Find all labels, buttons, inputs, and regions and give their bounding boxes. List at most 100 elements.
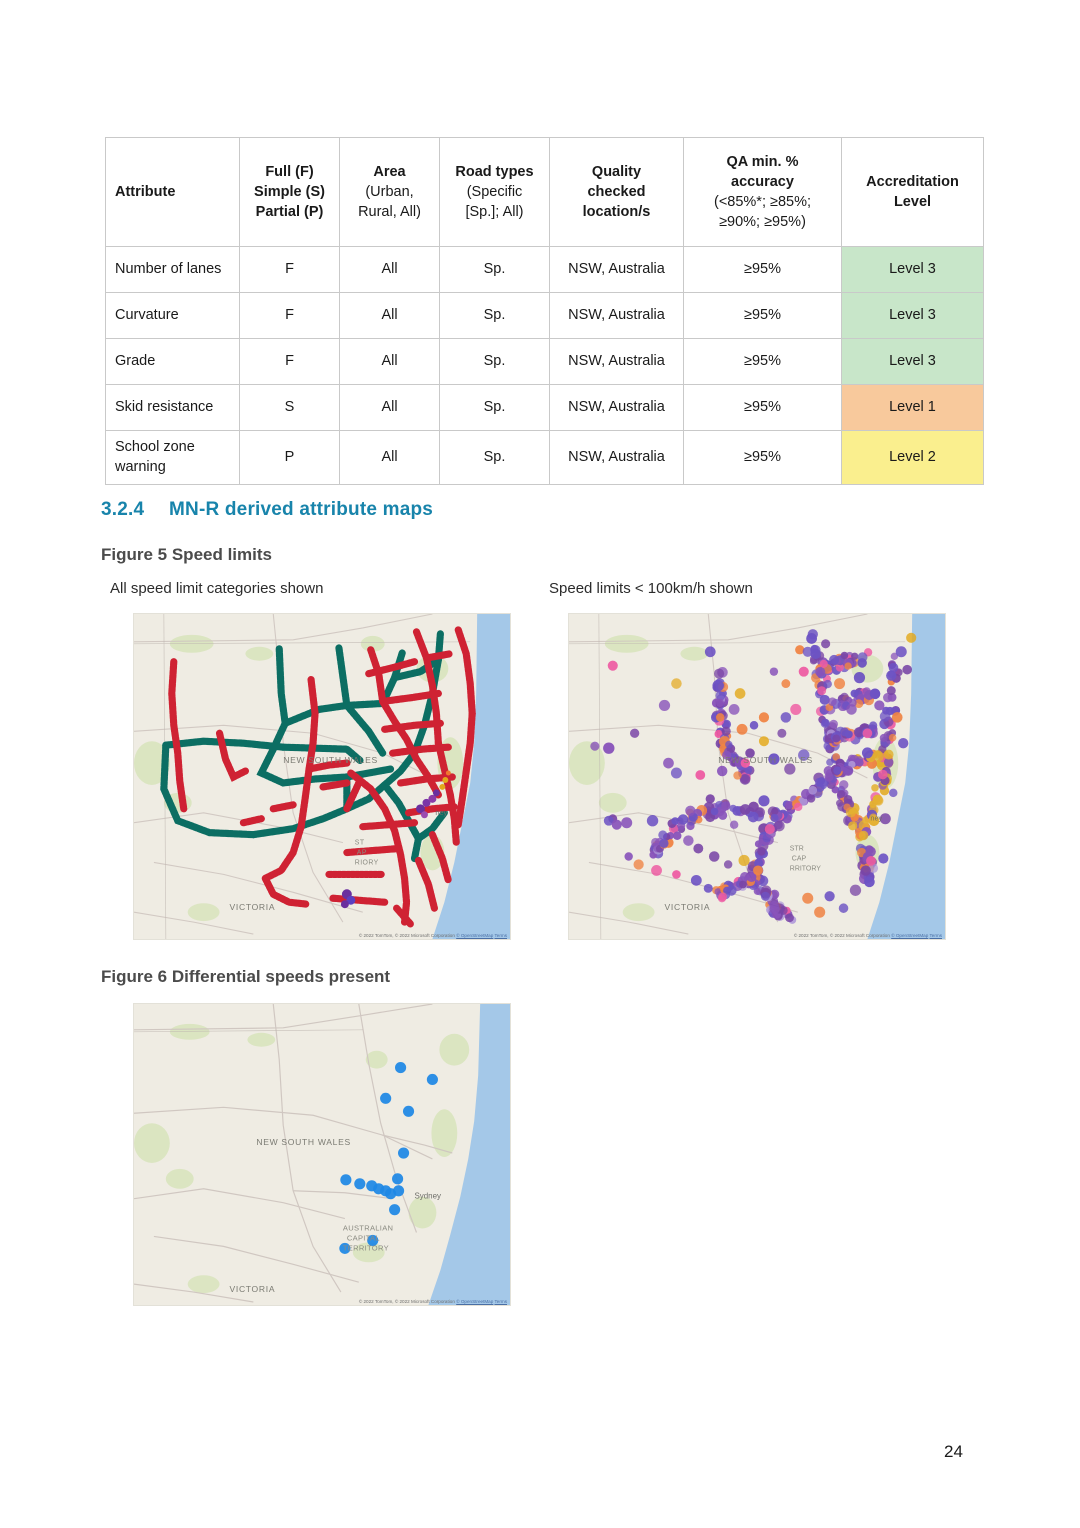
map-2-dot <box>806 794 816 803</box>
map-3-osm-link[interactable]: © OpenStreetMap <box>456 1299 493 1304</box>
map-2-dot <box>758 712 770 723</box>
cell-qa-accuracy: ≥95% <box>683 246 842 293</box>
map-3-dot <box>354 1178 366 1190</box>
map-2-dot <box>757 847 766 856</box>
map-2-dot <box>784 763 796 775</box>
map-2-dot <box>738 854 750 867</box>
map-2-dot <box>798 666 809 677</box>
cell-road-types: Sp. <box>439 430 550 485</box>
map-3-label-act-3: TERRITORY <box>343 1243 389 1252</box>
map-2-dot <box>821 718 829 727</box>
map-2-label-victoria: VICTORIA <box>664 902 710 912</box>
map-2-dot <box>646 815 659 827</box>
map-2-dot <box>829 654 840 665</box>
map-2-dot <box>633 859 644 870</box>
map-2-dot <box>629 728 640 738</box>
cell-area: All <box>339 292 440 339</box>
map-3-dot <box>426 1073 438 1086</box>
map-2-dot <box>873 750 883 759</box>
cell-area: All <box>339 430 440 485</box>
map-1-label-sydney: ney <box>435 808 447 817</box>
map-2-dot <box>860 865 871 876</box>
map-1-osm-link[interactable]: © OpenStreetMap <box>456 933 493 938</box>
cell-area: All <box>339 338 440 385</box>
map-2-dot <box>705 794 715 804</box>
map-2-dot <box>861 747 873 759</box>
map-1-label-victoria: VICTORIA <box>229 902 275 912</box>
map-2-dot <box>686 816 696 826</box>
map-2-dot <box>736 723 748 735</box>
map-2-dot <box>843 803 851 811</box>
cell-qa-accuracy: ≥95% <box>683 430 842 485</box>
map-2-dot <box>810 648 821 660</box>
map-2-dot <box>848 821 858 831</box>
section-title: MN-R derived attribute maps <box>169 499 434 520</box>
cell-qa-accuracy: ≥95% <box>683 292 842 339</box>
map-2-dot <box>802 892 814 904</box>
map-2-dot <box>846 704 857 715</box>
cell-full-simple-partial: F <box>239 338 340 385</box>
map-2-dot <box>849 884 862 896</box>
cell-attribute: Grade <box>105 338 240 385</box>
map-2-dot <box>739 880 747 889</box>
table-header: Attribute Full (F) Simple (S) Partial (P… <box>105 137 984 247</box>
map-2-dot <box>874 700 885 711</box>
cell-quality-location: NSW, Australia <box>549 430 684 485</box>
map-3-attribution: © 2022 TomTom, © 2022 Microsoft Corporat… <box>359 1299 507 1304</box>
map-1-attribution: © 2022 TomTom, © 2022 Microsoft Corporat… <box>359 933 507 938</box>
map-2-dot <box>844 662 852 670</box>
map-2-dot <box>703 883 713 893</box>
map-2-dot <box>770 813 779 823</box>
map-speed-limits-under-100[interactable]: NEW SOUTH WALES STR CAP RRITORY VICTORIA… <box>568 613 946 940</box>
map-2-dot <box>872 794 883 805</box>
map-2-dot <box>869 721 878 730</box>
map-3-terms-link[interactable]: Terms <box>494 1299 507 1304</box>
map-2-dot <box>603 742 615 754</box>
map-2-dot <box>819 659 828 668</box>
map-1-attribution-text: © 2022 TomTom, © 2022 Microsoft Corporat… <box>358 933 455 938</box>
cell-accreditation-level: Level 3 <box>841 246 984 293</box>
map-2-dot <box>824 891 835 902</box>
cell-attribute: Curvature <box>105 292 240 339</box>
map-1-terms-link[interactable]: Terms <box>494 933 507 938</box>
map-2-dot <box>728 704 740 715</box>
cell-full-simple-partial: F <box>239 292 340 339</box>
map-2-terms-link[interactable]: Terms <box>929 933 942 938</box>
cell-quality-location: NSW, Australia <box>549 292 684 339</box>
map-2-dot <box>843 794 853 804</box>
attribute-accreditation-table: Attribute Full (F) Simple (S) Partial (P… <box>105 137 984 485</box>
map-speed-limits-all-categories[interactable]: NEW SOUTH WALES ST AP RIORY VICTORIA ney… <box>133 613 511 940</box>
map-2-dot <box>749 721 759 730</box>
map-2-osm-link[interactable]: © OpenStreetMap <box>891 933 928 938</box>
table-body: Number of lanes F All Sp. NSW, Australia ≥95%… <box>105 246 984 485</box>
figure-5-caption: Figure 5 Speed limits <box>101 545 272 564</box>
map-2-dot <box>889 788 898 798</box>
map-2-dot <box>663 757 674 769</box>
map-2-dot <box>836 790 846 799</box>
map-2-dot <box>821 639 831 649</box>
table-row: Skid resistance S All Sp. NSW, Australia ≥95%… <box>105 384 984 431</box>
map-2-dot <box>716 765 728 777</box>
map-2-label-act-3: RRITORY <box>790 865 821 872</box>
cell-full-simple-partial: P <box>239 430 340 485</box>
map-2-dot <box>715 713 725 722</box>
map-1-canvas: NEW SOUTH WALES ST AP RIORY VICTORIA ney <box>134 614 510 939</box>
qa-sub2: ≥90%; ≥95%) <box>719 214 806 230</box>
map-2-dot <box>850 689 859 698</box>
map-2-dot <box>672 831 682 840</box>
map-2-dot <box>685 805 696 816</box>
map-2-dot <box>833 766 842 775</box>
map-2-dot <box>621 817 633 829</box>
map-3-canvas: NEW SOUTH WALES AUSTRALIAN CAPITAL TERRI… <box>134 1004 510 1305</box>
map-2-dot <box>866 855 876 866</box>
map-differential-speeds[interactable]: NEW SOUTH WALES AUSTRALIAN CAPITAL TERRI… <box>133 1003 511 1306</box>
map-2-dot <box>721 726 731 736</box>
qa-sub1: (<85%*; ≥85%; <box>713 194 812 210</box>
map-2-dot <box>714 668 725 679</box>
map-2-dot <box>823 679 832 689</box>
map-2-dot <box>780 712 792 723</box>
table-row: Grade F All Sp. NSW, Australia ≥95% Level 3 <box>105 338 984 385</box>
fsp-line1: Full (F) <box>265 164 314 180</box>
map-3-label-act-1: AUSTRALIAN <box>343 1223 393 1232</box>
qa-line2: accuracy <box>731 174 794 190</box>
